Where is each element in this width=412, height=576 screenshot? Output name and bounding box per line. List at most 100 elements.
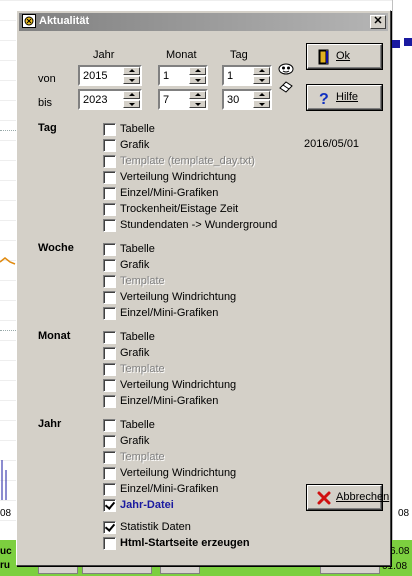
checkbox-year-4[interactable]: Einzel/Mini-Grafiken: [103, 482, 303, 498]
dialog-titlebar[interactable]: Aktualität ✕: [19, 13, 388, 31]
checkbox[interactable]: [103, 123, 116, 136]
from-year-input[interactable]: [81, 68, 123, 83]
checkbox[interactable]: [103, 203, 116, 216]
reset-dates-icon[interactable]: [278, 61, 294, 77]
checkbox-week-4[interactable]: Einzel/Mini-Grafiken: [103, 306, 303, 322]
checkbox-month-3[interactable]: Verteilung Windrichtung: [103, 378, 303, 394]
checkbox-html-startpage[interactable]: Html-Startseite erzeugen: [103, 536, 303, 552]
to-year-down-arrow[interactable]: [123, 100, 140, 108]
section-title-month: Monat: [38, 330, 71, 342]
to-day-spinner[interactable]: [222, 89, 272, 110]
checkbox[interactable]: [103, 419, 116, 432]
checkbox-label: Einzel/Mini-Grafiken: [120, 307, 219, 319]
checkbox-day-5[interactable]: Trockenheit/Eistage Zeit: [103, 202, 303, 218]
checkbox: [103, 275, 116, 288]
from-day-input[interactable]: [225, 68, 253, 83]
to-month-up-arrow[interactable]: [189, 91, 206, 99]
checkbox-day-6[interactable]: Stundendaten -> Wunderground: [103, 218, 303, 234]
cancel-button[interactable]: Abbrechen: [307, 485, 389, 510]
to-year-up-arrow[interactable]: [123, 91, 140, 99]
checkbox-day-0[interactable]: Tabelle: [103, 122, 303, 138]
checkbox-label: Grafik: [120, 139, 150, 151]
help-button-label: Hilfe: [336, 91, 359, 103]
from-month-up-arrow[interactable]: [189, 67, 206, 75]
from-day-up-arrow[interactable]: [253, 67, 270, 75]
checkbox-week-3[interactable]: Verteilung Windrichtung: [103, 290, 303, 306]
checkbox[interactable]: [103, 521, 116, 534]
from-year-spinner[interactable]: [78, 65, 142, 86]
checkbox: [103, 363, 116, 376]
checkbox-label: Template: [120, 451, 165, 463]
checkbox[interactable]: [103, 379, 116, 392]
to-year-input[interactable]: [81, 92, 123, 107]
section-title-week: Woche: [38, 242, 74, 254]
checkbox-label: Verteilung Windrichtung: [120, 291, 237, 303]
checkbox-label: Verteilung Windrichtung: [120, 467, 237, 479]
checkbox[interactable]: [103, 435, 116, 448]
checkbox-day-1[interactable]: Grafik: [103, 138, 303, 154]
from-year-up-arrow[interactable]: [123, 67, 140, 75]
checkbox[interactable]: [103, 395, 116, 408]
to-day-input[interactable]: [225, 92, 253, 107]
checkbox-label: Tabelle: [120, 123, 155, 135]
from-year-down-arrow[interactable]: [123, 76, 140, 84]
to-month-down-arrow[interactable]: [189, 100, 206, 108]
app-icon: [22, 14, 36, 28]
checkbox[interactable]: [103, 171, 116, 184]
checkbox-label: Template: [120, 275, 165, 287]
background-marker: [404, 38, 412, 46]
checkbox[interactable]: [103, 499, 116, 512]
checkbox[interactable]: [103, 243, 116, 256]
checkbox[interactable]: [103, 307, 116, 320]
checkbox-day-4[interactable]: Einzel/Mini-Grafiken: [103, 186, 303, 202]
from-month-spinner[interactable]: [158, 65, 208, 86]
checkbox-year-5[interactable]: Jahr-Datei: [103, 498, 303, 514]
checkbox[interactable]: [103, 331, 116, 344]
close-button[interactable]: ✕: [370, 15, 386, 29]
checkbox-year-0[interactable]: Tabelle: [103, 418, 303, 434]
checkbox-label: Einzel/Mini-Grafiken: [120, 187, 219, 199]
year-column-label: Jahr: [93, 49, 115, 61]
checkbox-year-3[interactable]: Verteilung Windrichtung: [103, 466, 303, 482]
checkbox-day-3[interactable]: Verteilung Windrichtung: [103, 170, 303, 186]
checkbox[interactable]: [103, 347, 116, 360]
to-day-up-arrow[interactable]: [253, 91, 270, 99]
checkbox-year-2: Template: [103, 450, 303, 466]
checkbox[interactable]: [103, 139, 116, 152]
eraser-icon[interactable]: [278, 78, 294, 94]
checkbox-statistics-data[interactable]: Statistik Daten: [103, 520, 303, 536]
from-month-down-arrow[interactable]: [189, 76, 206, 84]
day-column-label: Tag: [230, 49, 248, 61]
checkbox-month-1[interactable]: Grafik: [103, 346, 303, 362]
ok-button[interactable]: Ok: [307, 44, 382, 69]
to-month-spinner[interactable]: [158, 89, 208, 110]
checkbox-week-1[interactable]: Grafik: [103, 258, 303, 274]
checkbox[interactable]: [103, 467, 116, 480]
checkbox-week-0[interactable]: Tabelle: [103, 242, 303, 258]
checkbox[interactable]: [103, 219, 116, 232]
to-day-down-arrow[interactable]: [253, 100, 270, 108]
from-day-spinner[interactable]: [222, 65, 272, 86]
checkbox[interactable]: [103, 187, 116, 200]
checkbox-label: Grafik: [120, 435, 150, 447]
checkbox-label: Html-Startseite erzeugen: [120, 537, 250, 549]
checkbox-label: Stundendaten -> Wunderground: [120, 219, 278, 231]
checkbox-month-4[interactable]: Einzel/Mini-Grafiken: [103, 394, 303, 410]
checkbox[interactable]: [103, 537, 116, 550]
checkbox-month-2: Template: [103, 362, 303, 378]
checkbox-month-0[interactable]: Tabelle: [103, 330, 303, 346]
help-button[interactable]: ? Hilfe: [307, 85, 382, 110]
cancel-x-icon: [317, 491, 331, 505]
checkbox[interactable]: [103, 483, 116, 496]
checkbox[interactable]: [103, 259, 116, 272]
checkbox-year-1[interactable]: Grafik: [103, 434, 303, 450]
to-year-spinner[interactable]: [78, 89, 142, 110]
from-month-input[interactable]: [161, 68, 189, 83]
dialog-title: Aktualität: [39, 15, 90, 27]
to-month-input[interactable]: [161, 92, 189, 107]
month-column-label: Monat: [166, 49, 197, 61]
checkbox-day-2: Template (template_day.txt): [103, 154, 303, 170]
from-day-down-arrow[interactable]: [253, 76, 270, 84]
checkbox[interactable]: [103, 291, 116, 304]
checkbox-label: Statistik Daten: [120, 521, 191, 533]
